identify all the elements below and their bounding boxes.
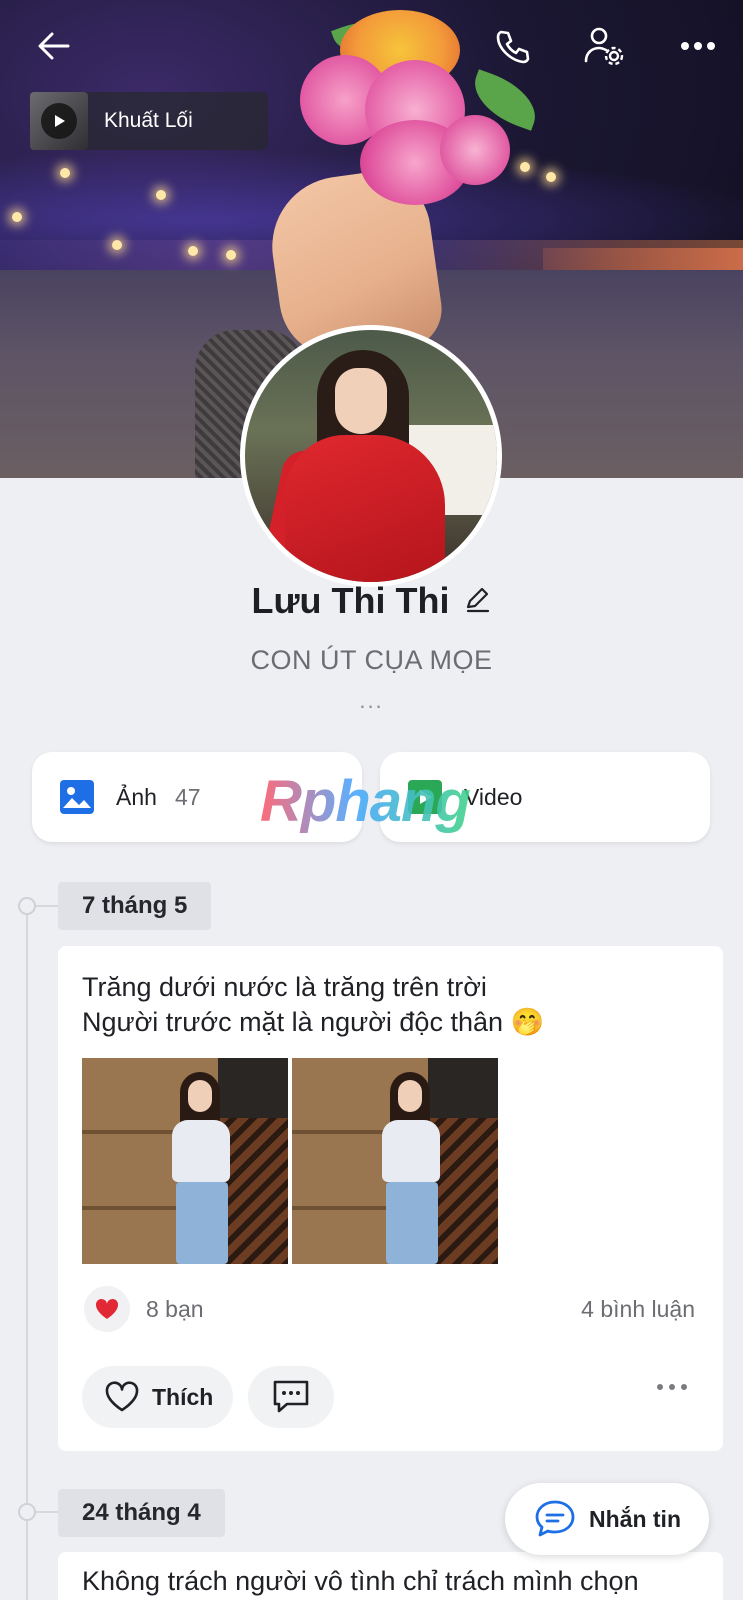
cover-light	[188, 246, 198, 256]
heart-icon	[95, 1298, 119, 1319]
cover-light	[60, 168, 70, 178]
cover-light	[520, 162, 530, 172]
cover-railing	[543, 248, 743, 270]
profile-music[interactable]: Khuất Lối	[30, 92, 268, 150]
photo-face	[398, 1080, 422, 1112]
music-thumbnail	[30, 92, 88, 150]
image-icon	[60, 780, 94, 814]
like-label: Thích	[152, 1383, 214, 1410]
call-button[interactable]	[488, 22, 536, 70]
more-options-button[interactable]	[674, 22, 722, 70]
comment-button[interactable]	[248, 1366, 334, 1428]
date-chip: 7 tháng 5	[58, 882, 212, 930]
post-text: Không trách người vô tình chỉ trách mình…	[82, 1566, 639, 1596]
post-photo[interactable]	[292, 1058, 498, 1264]
more-icon	[681, 42, 715, 50]
post-photo[interactable]	[82, 1058, 288, 1264]
avatar-face	[335, 368, 387, 434]
back-arrow-icon	[38, 32, 70, 60]
timeline-tick	[36, 905, 58, 907]
profile-name-row: Lưu Thi Thi	[0, 580, 743, 622]
post-text: Trăng dưới nước là trăng trên trời Người…	[82, 970, 544, 1040]
avatar[interactable]	[240, 325, 502, 587]
cover-light	[112, 240, 122, 250]
timeline-dot	[18, 1503, 36, 1521]
photo-face	[188, 1080, 212, 1112]
comment-icon	[273, 1380, 309, 1413]
phone-icon	[496, 30, 530, 64]
cover-light	[546, 172, 556, 182]
profile-settings-button[interactable]	[580, 22, 628, 70]
flower-cluster	[440, 115, 510, 185]
edit-name-button[interactable]	[464, 585, 492, 618]
photos-count: 47	[174, 783, 201, 810]
watermark: Rphang	[260, 769, 471, 834]
cover-light	[226, 250, 236, 260]
profile-name: Lưu Thi Thi	[251, 580, 450, 621]
back-button[interactable]	[30, 22, 78, 70]
more-dot	[669, 1384, 675, 1390]
cover-light	[156, 190, 166, 200]
post-text-line: Người trước mặt là người độc thân 🤭	[82, 1007, 545, 1037]
more-dot	[681, 1384, 687, 1390]
like-button[interactable]: Thích	[82, 1366, 234, 1428]
timeline-tick	[36, 1511, 58, 1513]
chat-icon	[535, 1500, 575, 1537]
more-dot	[657, 1384, 663, 1390]
heart-icon	[105, 1381, 139, 1412]
avatar-dress	[285, 435, 445, 582]
timeline-dot	[18, 897, 36, 915]
play-icon	[55, 115, 65, 127]
profile-bio: CON ÚT CỤA MỌE	[250, 645, 493, 675]
reaction-badge[interactable]	[84, 1286, 130, 1332]
video-label: Video	[464, 783, 523, 810]
cover-light	[12, 212, 22, 222]
bio-more[interactable]: ...	[0, 688, 743, 714]
photo-top	[172, 1120, 230, 1182]
music-title: Khuất Lối	[104, 109, 193, 132]
reaction-count[interactable]: 8 bạn	[146, 1296, 204, 1323]
post-card[interactable]: Không trách người vô tình chỉ trách mình…	[58, 1552, 723, 1600]
post-card[interactable]: Trăng dưới nước là trăng trên trời Người…	[58, 946, 723, 1451]
play-button[interactable]	[41, 103, 77, 139]
photo-jeans	[176, 1182, 228, 1264]
edit-icon	[466, 587, 489, 612]
photo-top	[382, 1120, 440, 1182]
photos-label: Ảnh	[116, 783, 157, 810]
send-message-button[interactable]: Nhắn tin	[505, 1483, 709, 1555]
post-more-button[interactable]	[657, 1384, 687, 1390]
send-message-label: Nhắn tin	[589, 1505, 681, 1532]
timeline-line	[26, 905, 28, 1600]
user-settings-icon	[584, 27, 624, 66]
date-chip: 24 tháng 4	[58, 1489, 225, 1537]
photo-jeans	[386, 1182, 438, 1264]
comment-count[interactable]: 4 bình luận	[581, 1296, 695, 1323]
post-text-line: Trăng dưới nước là trăng trên trời	[82, 972, 487, 1002]
